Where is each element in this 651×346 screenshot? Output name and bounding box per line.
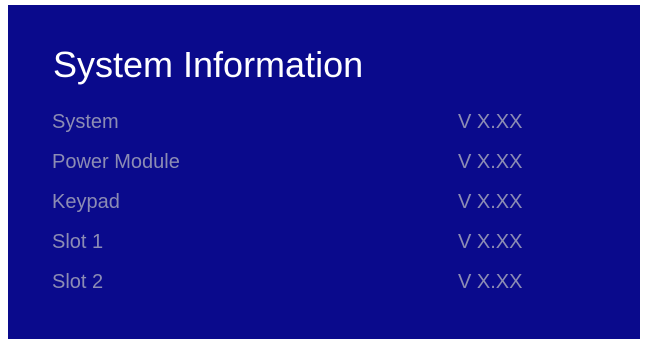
page-title: System Information: [53, 44, 364, 85]
list-item-system: System V X.XX: [52, 111, 612, 151]
list-item-power-module: Power Module V X.XX: [52, 151, 612, 191]
version-value: V X.XX: [458, 191, 523, 213]
row-label: Keypad: [52, 191, 120, 213]
version-list: System V X.XX Power Module V X.XX Keypad…: [52, 111, 612, 311]
version-value: V X.XX: [458, 231, 523, 253]
version-value: V X.XX: [458, 111, 523, 133]
list-item-keypad: Keypad V X.XX: [52, 191, 612, 231]
version-value: V X.XX: [458, 271, 523, 293]
system-information-screen: System Information System V X.XX Power M…: [8, 5, 640, 339]
row-label: Slot 2: [52, 271, 104, 293]
list-item-slot-1: Slot 1 V X.XX: [52, 231, 612, 271]
row-label: System: [52, 111, 119, 133]
row-label: Power Module: [52, 151, 180, 173]
row-label: Slot 1: [52, 231, 104, 253]
list-item-slot-2: Slot 2 V X.XX: [52, 271, 612, 311]
version-value: V X.XX: [458, 151, 523, 173]
